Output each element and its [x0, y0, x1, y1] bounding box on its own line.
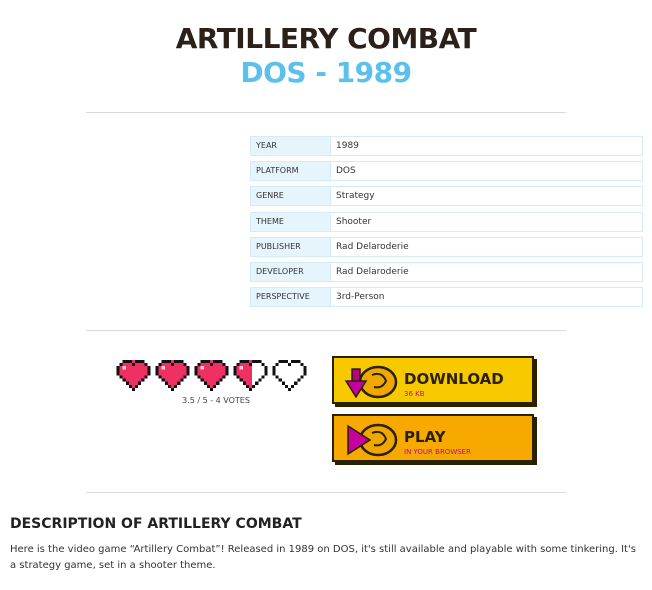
heart-icon[interactable]: [194, 360, 229, 391]
download-arrow-icon: [344, 365, 398, 399]
play-sublabel: IN YOUR BROWSER: [404, 448, 471, 456]
game-info-table: YEAR 1989 PLATFORM DOS GENRE Strategy TH…: [250, 136, 643, 312]
info-value: Rad Delaroderie: [330, 261, 643, 282]
play-button[interactable]: PLAY IN YOUR BROWSER: [332, 414, 534, 462]
rating-votes-text: 3.5 / 5 - 4 VOTES: [182, 396, 250, 405]
heart-icon[interactable]: [272, 360, 307, 391]
download-button[interactable]: DOWNLOAD 36 KB: [332, 356, 534, 404]
rating-hearts[interactable]: [116, 360, 307, 391]
heart-icon[interactable]: [155, 360, 190, 391]
info-label: DEVELOPER: [250, 261, 330, 282]
info-label: THEME: [250, 211, 330, 232]
info-row-perspective: PERSPECTIVE 3rd-Person: [250, 287, 643, 308]
game-platform-year: DOS - 1989: [240, 56, 412, 89]
download-label: DOWNLOAD: [404, 370, 504, 388]
heart-icon[interactable]: [116, 360, 151, 391]
info-row-genre: GENRE Strategy: [250, 186, 643, 207]
game-title: ARTILLERY COMBAT: [175, 22, 477, 55]
info-value: Rad Delaroderie: [330, 236, 643, 257]
divider: [86, 492, 566, 493]
info-value: 3rd-Person: [330, 287, 643, 308]
description-title: DESCRIPTION OF ARTILLERY COMBAT: [10, 516, 302, 532]
info-value: DOS: [330, 161, 643, 182]
info-value: Strategy: [330, 186, 643, 207]
download-size: 36 KB: [404, 390, 425, 398]
divider: [86, 330, 566, 331]
heart-icon[interactable]: [233, 360, 268, 391]
info-value: 1989: [330, 136, 643, 156]
info-row-platform: PLATFORM DOS: [250, 161, 643, 182]
play-triangle-icon: [347, 423, 398, 457]
info-label: PUBLISHER: [250, 236, 330, 257]
info-row-publisher: PUBLISHER Rad Delaroderie: [250, 236, 643, 257]
play-label: PLAY: [404, 428, 446, 446]
info-row-developer: DEVELOPER Rad Delaroderie: [250, 261, 643, 282]
info-label: PLATFORM: [250, 161, 330, 182]
info-value: Shooter: [330, 211, 643, 232]
info-label: PERSPECTIVE: [250, 287, 330, 308]
divider: [86, 112, 566, 113]
description-text: Here is the video game “Artillery Combat…: [10, 544, 636, 571]
info-label: YEAR: [250, 136, 330, 156]
info-row-theme: THEME Shooter: [250, 211, 643, 232]
info-label: GENRE: [250, 186, 330, 207]
info-row-year: YEAR 1989: [250, 136, 643, 156]
